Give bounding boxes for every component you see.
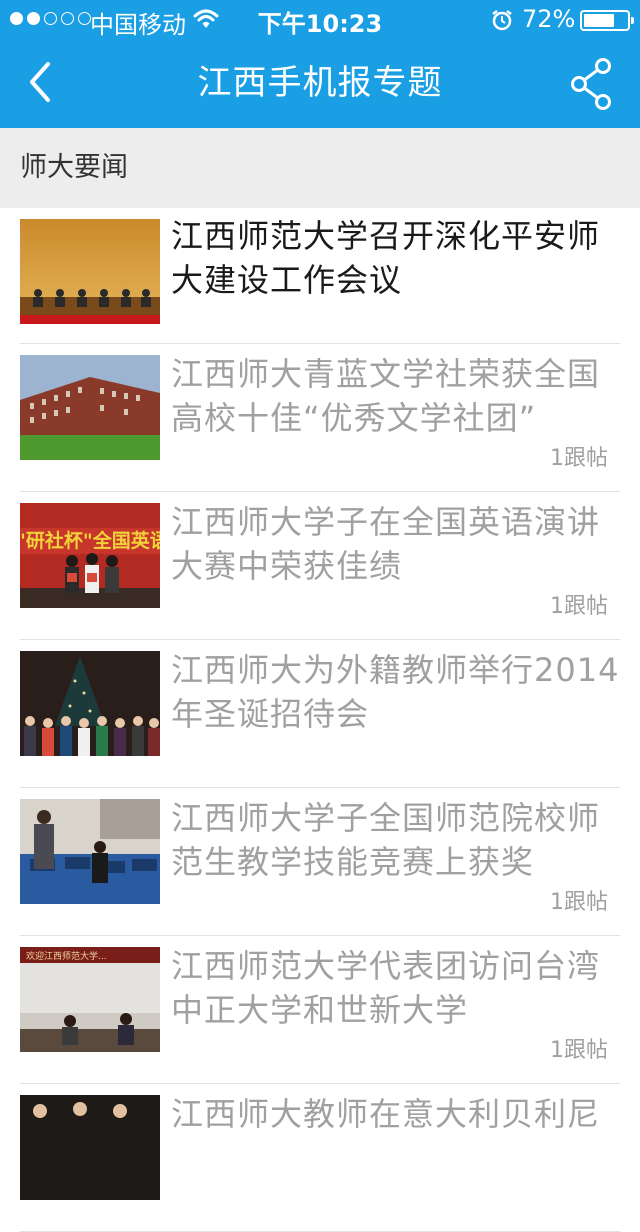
page-title: 江西手机报专题 <box>197 63 443 103</box>
news-title: 江西师大教师在意大利贝利尼 <box>171 1095 601 1133</box>
reply-count: 1跟帖 <box>550 594 608 619</box>
thumbnail-banner-text: "研社杯"全国英语 <box>20 529 160 552</box>
battery-percentage: 72% <box>522 5 576 33</box>
news-title: 江西师范大学代表团访问台湾中正大学和世新大学 <box>171 947 601 1029</box>
reply-count: 1跟帖 <box>550 446 608 471</box>
share-icon <box>571 58 611 110</box>
news-item[interactable]: "研社杯"全国英语 江西师大学子在全国英语演讲大赛中荣获佳绩 1跟帖 <box>0 492 640 640</box>
reply-count: 1跟帖 <box>550 890 608 915</box>
news-item[interactable]: 江西师大青蓝文学社荣获全国高校十佳“优秀文学社团” 1跟帖 <box>0 344 640 492</box>
share-button[interactable] <box>566 56 616 112</box>
news-title: 江西师大学子全国师范院校师范生教学技能竞赛上获奖 <box>171 799 601 881</box>
news-item[interactable]: 江西师大为外籍教师举行2014年圣诞招待会 <box>0 640 640 788</box>
news-title: 江西师范大学召开深化平安师大建设工作会议 <box>171 217 601 299</box>
status-bar: 中国移动 下午10:23 72% <box>0 0 640 40</box>
section-title: 师大要闻 <box>20 152 128 183</box>
news-thumbnail <box>20 799 160 904</box>
news-item[interactable]: 江西师范大学召开深化平安师大建设工作会议 <box>0 208 640 344</box>
news-title: 江西师大学子在全国英语演讲大赛中荣获佳绩 <box>171 503 601 585</box>
thumbnail-banner-text: 欢迎江西师范大学... <box>26 950 107 962</box>
alarm-icon <box>491 9 513 35</box>
news-list: 江西师范大学召开深化平安师大建设工作会议 江西师大青蓝文学社荣获全国高校十佳“优… <box>0 208 640 1232</box>
news-item[interactable]: 江西师大教师在意大利贝利尼 <box>0 1084 640 1232</box>
reply-count: 1跟帖 <box>550 1038 608 1063</box>
battery-icon <box>580 10 634 31</box>
header-bar: 中国移动 下午10:23 72% 江西手机报专题 <box>0 0 640 128</box>
news-title: 江西师大青蓝文学社荣获全国高校十佳“优秀文学社团” <box>171 355 601 437</box>
news-thumbnail <box>20 1095 160 1200</box>
news-thumbnail <box>20 651 160 756</box>
news-thumbnail: 欢迎江西师范大学... <box>20 947 160 1052</box>
news-thumbnail <box>20 355 160 460</box>
news-thumbnail <box>20 219 160 324</box>
news-item[interactable]: 欢迎江西师范大学... 江西师范大学代表团访问台湾中正大学和世新大学 1跟帖 <box>0 936 640 1084</box>
news-thumbnail: "研社杯"全国英语 <box>20 503 160 608</box>
section-header: 师大要闻 <box>0 128 640 208</box>
news-item[interactable]: 江西师大学子全国师范院校师范生教学技能竞赛上获奖 1跟帖 <box>0 788 640 936</box>
news-title: 江西师大为外籍教师举行2014年圣诞招待会 <box>171 651 620 733</box>
